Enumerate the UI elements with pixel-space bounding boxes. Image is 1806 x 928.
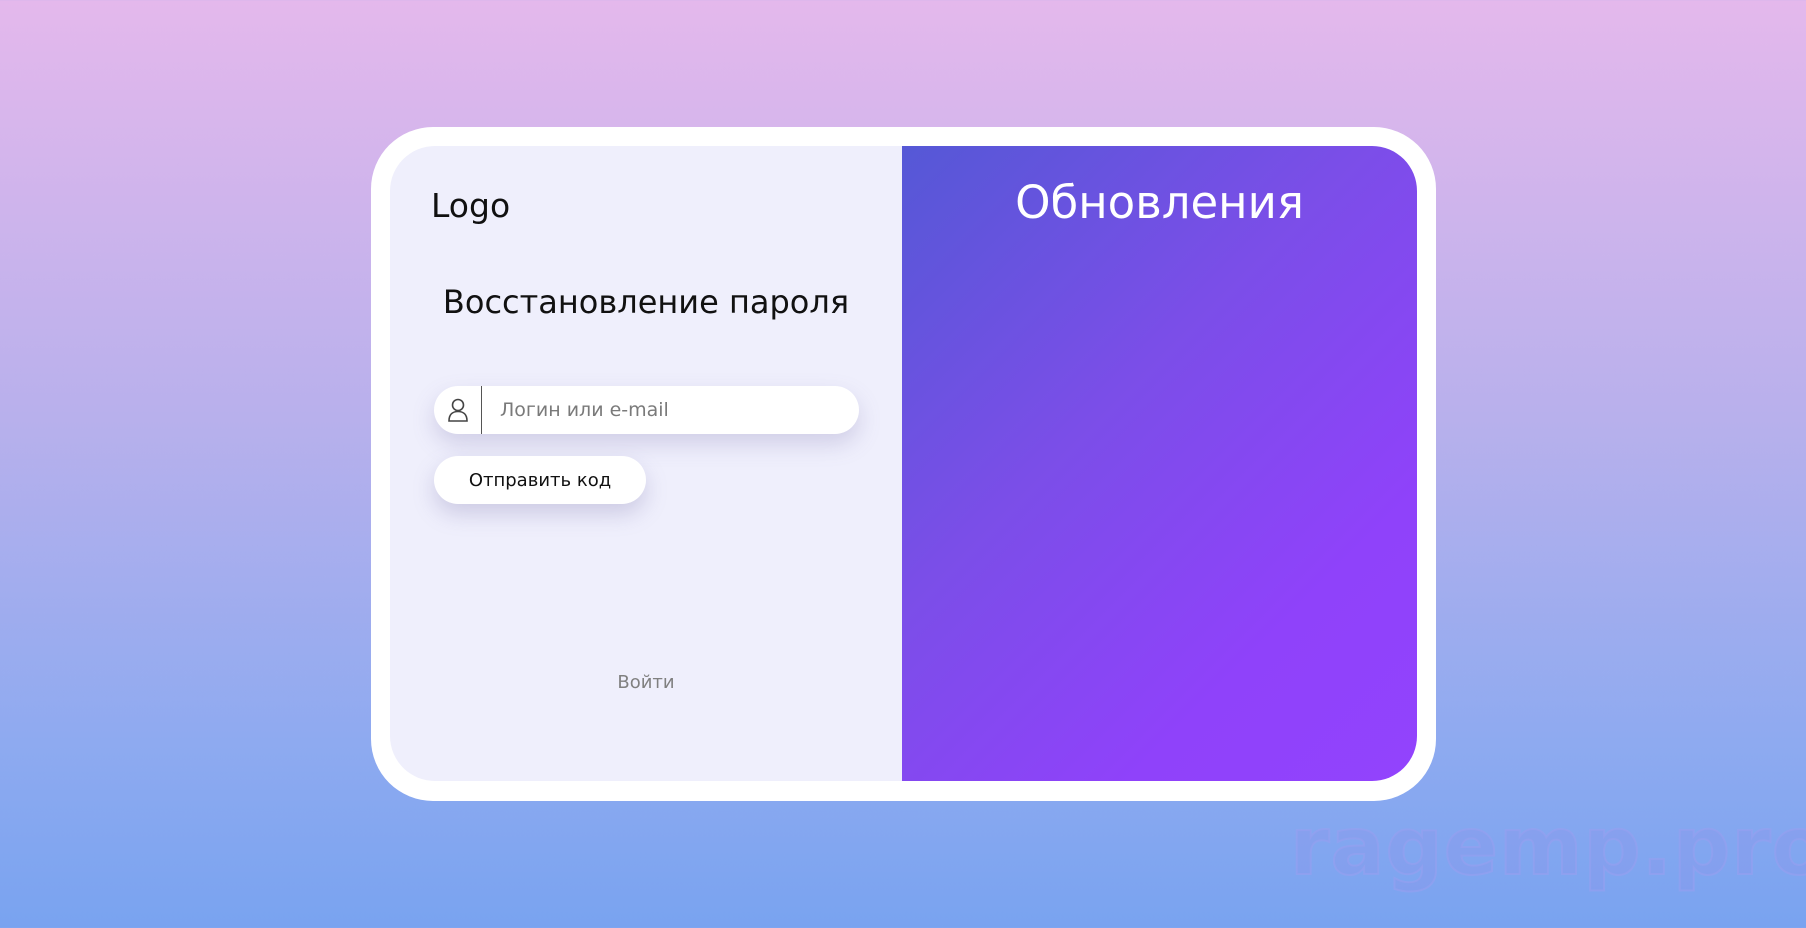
- user-icon: [434, 386, 482, 434]
- watermark: ragemp.pro: [1289, 799, 1806, 894]
- signin-link[interactable]: Войти: [390, 672, 902, 693]
- login-field[interactable]: [434, 386, 859, 434]
- password-recovery-panel: Logo Восстановление пароля Отправить код…: [390, 146, 902, 781]
- login-input[interactable]: [482, 398, 842, 422]
- page-title: Восстановление пароля: [442, 283, 850, 321]
- updates-title: Обновления: [1015, 176, 1304, 229]
- send-code-button[interactable]: Отправить код: [434, 456, 646, 504]
- window-frame: Logo Восстановление пароля Отправить код…: [371, 127, 1436, 801]
- logo: Logo: [431, 186, 511, 225]
- auth-card: Logo Восстановление пароля Отправить код…: [390, 146, 1417, 781]
- updates-panel: Обновления: [902, 146, 1417, 781]
